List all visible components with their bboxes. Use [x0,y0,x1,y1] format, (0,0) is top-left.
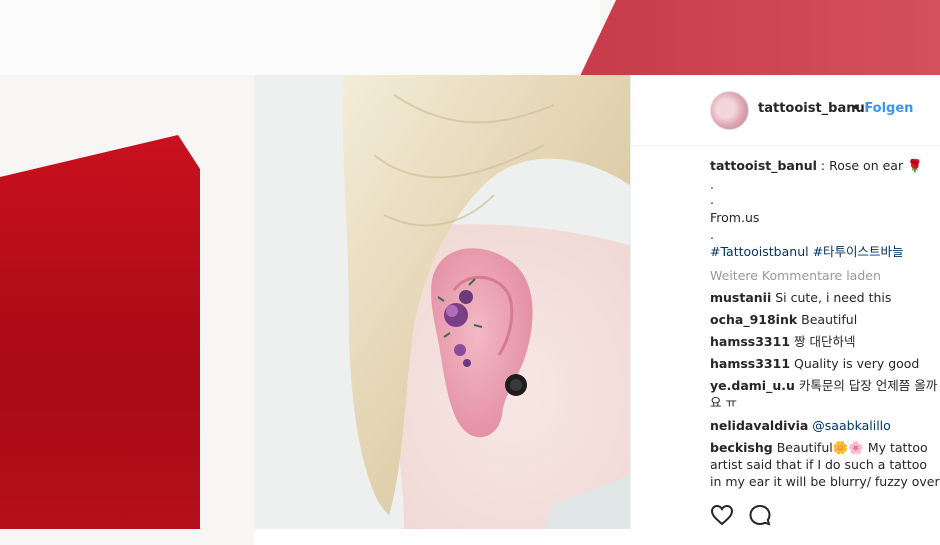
load-more-comments-button[interactable]: Weitere Kommentare laden [710,265,940,287]
comment-username[interactable]: beckishg [710,440,773,455]
background-band [0,0,600,75]
comment-text: 짱 대단하넥 [790,334,856,349]
follow-label: Folgen [864,101,914,116]
comment-text: Si cute, i need this [771,290,892,305]
comment: hamss3311 짱 대단하넥 [710,331,940,353]
comment-username[interactable]: ocha_918ink [710,312,797,327]
caption-dot: . [710,227,714,242]
background-red-shape-top [580,0,940,76]
comment: hamss3311 Quality is very good [710,353,940,375]
caption-from: From.us [710,210,760,225]
post-sidebar: tattooist_banul • Folgen tattooist_banul … [630,75,940,529]
follow-button[interactable]: • Folgen [850,101,913,116]
caption-dot: . [710,192,714,207]
caption-dot: . [710,177,714,192]
comment-text: Beautiful [797,312,858,327]
comment-username[interactable]: mustanii [710,290,771,305]
comment-icon[interactable] [748,503,772,527]
comment: ocha_918ink Beautiful [710,309,940,331]
caption-username[interactable]: tattooist_banul [710,158,817,173]
comments-list: tattooist_banul : Rose on ear 🌹 . . From… [710,155,940,493]
background-red-shape-left [0,135,200,529]
caption-text: : Rose on ear 🌹 [816,158,923,173]
comment: beckishg Beautiful🌼🌸 My tattoo artist sa… [710,437,940,493]
avatar[interactable] [710,91,749,130]
comment-text: Quality is very good [790,356,920,371]
post-actions [710,503,910,527]
post-header: tattooist_banul • Folgen [631,75,940,146]
comment-username[interactable]: ye.dami_u.u [710,378,795,393]
comment: mustanii Si cute, i need this [710,287,940,309]
comment: nelidavaldivia @saabkalillo [710,415,940,437]
heart-icon[interactable] [710,503,734,527]
comment-username[interactable]: hamss3311 [710,334,790,349]
ear-tattoo-image [254,75,630,529]
comment-username[interactable]: hamss3311 [710,356,790,371]
post-photo[interactable] [254,75,630,529]
caption-hashtags[interactable]: #Tattooistbanul #타투이스트바늘 [710,241,940,263]
separator-dot: • [852,101,861,116]
comment-mention[interactable]: @saabkalillo [812,418,891,433]
comment: ye.dami_u.u 카톡문의 답장 언제쯤 올까요 ㅠ [710,375,940,411]
caption-line: tattooist_banul : Rose on ear 🌹 [710,155,940,177]
comment-username[interactable]: nelidavaldivia [710,418,808,433]
